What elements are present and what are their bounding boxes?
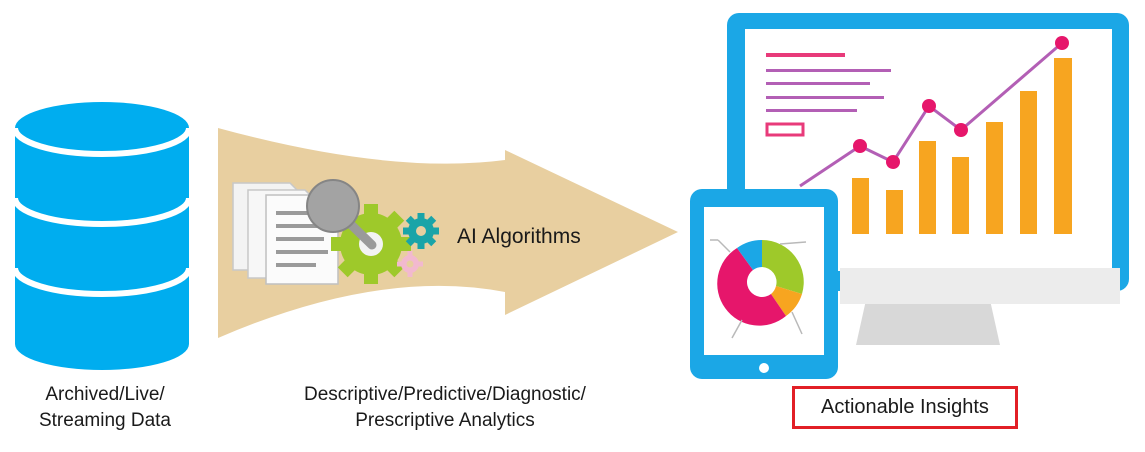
trend-point-4 xyxy=(954,123,968,137)
analytics-caption-line1: Descriptive/Predictive/Diagnostic/ xyxy=(304,384,586,405)
screen-bar-2 xyxy=(886,190,903,234)
actionable-insights-label: Actionable Insights xyxy=(821,396,989,418)
tablet-icon xyxy=(690,189,838,379)
trend-point-2 xyxy=(886,155,900,169)
data-source-caption-line1: Archived/Live/ xyxy=(45,384,165,405)
database-body xyxy=(15,128,189,370)
tablet-home-button xyxy=(759,363,769,373)
trend-point-1 xyxy=(853,139,867,153)
screen-bar-7 xyxy=(1054,58,1072,234)
trend-point-5 xyxy=(1055,36,1069,50)
analytics-caption: Descriptive/Predictive/Diagnostic/ Presc… xyxy=(235,382,655,434)
gear-teal xyxy=(403,213,439,249)
data-source-caption: Archived/Live/ Streaming Data xyxy=(0,382,210,434)
data-source-caption-line2: Streaming Data xyxy=(38,410,171,431)
screen-bar-1 xyxy=(852,178,869,234)
trend-point-3 xyxy=(922,99,936,113)
screen-bar-3 xyxy=(919,141,936,234)
algorithms-label: AI Algorithms xyxy=(457,225,581,248)
screen-bar-5 xyxy=(986,122,1003,234)
database-icon xyxy=(12,102,192,370)
screen-bar-6 xyxy=(1020,91,1037,234)
analytics-caption-line2: Prescriptive Analytics xyxy=(355,410,535,431)
screen-bar-4 xyxy=(952,157,969,234)
actionable-insights-box: Actionable Insights xyxy=(792,386,1018,429)
